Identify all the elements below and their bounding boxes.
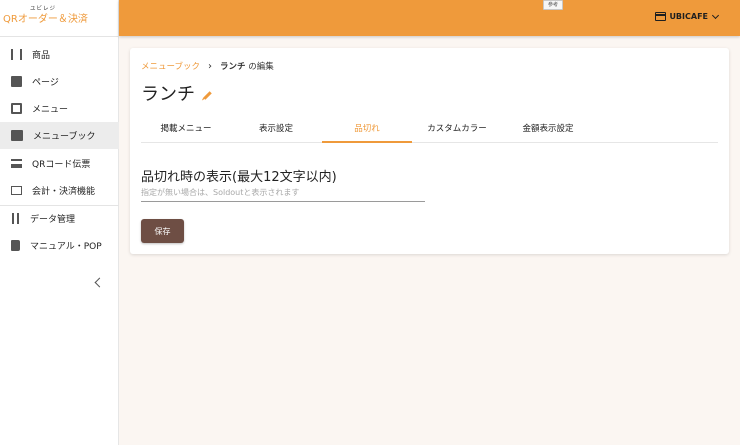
- sidebar-divider: [0, 36, 118, 37]
- document-icon: [11, 76, 22, 87]
- sidebar-item-label: 商品: [32, 51, 51, 61]
- sidebar-item-manual[interactable]: マニュアル・POP: [0, 232, 119, 259]
- breadcrumb-current-name: ランチ: [220, 62, 246, 72]
- tab-custom-color[interactable]: カスタムカラー: [412, 119, 502, 143]
- breadcrumb: メニューブック › ランチ の編集: [141, 60, 274, 73]
- tab-display-settings[interactable]: 表示設定: [231, 119, 321, 143]
- menu-list-icon: [11, 103, 22, 114]
- save-button[interactable]: 保存: [141, 219, 184, 243]
- sidebar-item-label: QRコード伝票: [32, 160, 91, 170]
- sidebar-item-label: 会計・決済機能: [32, 187, 96, 197]
- store-selector[interactable]: UBICAFE: [655, 11, 720, 21]
- collapse-sidebar-icon[interactable]: [94, 277, 105, 288]
- breadcrumb-current: ランチ の編集: [220, 60, 274, 72]
- sidebar-item-label: メニューブック: [33, 132, 96, 142]
- tab-bar: 掲載メニュー 表示設定 品切れ カスタムカラー 金額表示設定: [141, 119, 718, 143]
- sidebar-item-label: ページ: [32, 78, 59, 88]
- edit-pencil-icon[interactable]: [203, 91, 212, 100]
- sidebar-item-qr-slip[interactable]: QRコード伝票: [0, 150, 119, 177]
- reference-chip: 参考: [543, 0, 564, 10]
- breadcrumb-link-menu-book[interactable]: メニューブック: [141, 60, 200, 72]
- breadcrumb-current-suffix: の編集: [248, 62, 274, 72]
- sidebar-item-menu[interactable]: メニュー: [0, 95, 119, 122]
- payment-icon: [11, 186, 22, 195]
- chevron-down-icon: [711, 11, 720, 19]
- tab-sold-out[interactable]: 品切れ: [322, 119, 412, 143]
- store-name: UBICAFE: [669, 12, 708, 21]
- menu-book-icon: [11, 130, 23, 141]
- tab-listed-menu[interactable]: 掲載メニュー: [141, 119, 231, 143]
- sidebar: ユビレジ QRオーダー＆決済 商品 ページ メニュー メニューブック QRコード…: [0, 0, 119, 445]
- sidebar-item-label: メニュー: [32, 105, 69, 115]
- restaurant-icon: [11, 49, 22, 60]
- page-title-row: ランチ: [141, 80, 212, 106]
- app-logo[interactable]: ユビレジ QRオーダー＆決済: [0, 0, 118, 36]
- swap-vert-icon: [11, 213, 20, 224]
- sidebar-item-label: マニュアル・POP: [30, 242, 102, 252]
- edit-card: メニューブック › ランチ の編集 ランチ 掲載メニュー 表示設定 品切れ カス…: [130, 48, 729, 254]
- sidebar-item-label: データ管理: [30, 215, 76, 225]
- app-header: 参考 UBICAFE: [119, 0, 740, 36]
- sidebar-item-data[interactable]: データ管理: [0, 205, 119, 232]
- receipt-icon: [11, 159, 22, 168]
- sidebar-item-menu-book[interactable]: メニューブック: [0, 122, 119, 149]
- tab-price-display-settings[interactable]: 金額表示設定: [503, 119, 593, 143]
- sidebar-item-payment[interactable]: 会計・決済機能: [0, 177, 119, 204]
- sidebar-item-pages[interactable]: ページ: [0, 68, 119, 95]
- store-icon: [655, 12, 667, 21]
- section-title: 品切れ時の表示(最大12文字以内): [141, 170, 337, 185]
- chevron-right-icon: ›: [208, 60, 212, 72]
- logo-brand-small: ユビレジ: [30, 6, 57, 12]
- sidebar-item-products[interactable]: 商品: [0, 41, 119, 68]
- page-title: ランチ: [141, 84, 195, 105]
- manual-icon: [11, 240, 20, 251]
- soldout-text-input[interactable]: [141, 184, 425, 202]
- logo-brand-main: QRオーダー＆決済: [3, 14, 88, 25]
